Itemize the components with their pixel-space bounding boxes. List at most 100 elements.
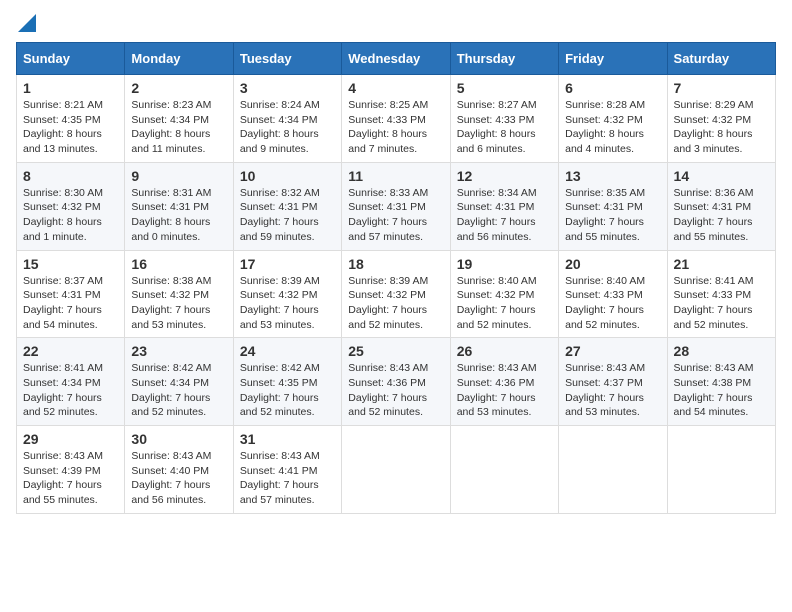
- day-number: 6: [565, 80, 660, 96]
- calendar-week-row: 29 Sunrise: 8:43 AMSunset: 4:39 PMDayligh…: [17, 426, 776, 514]
- day-number: 26: [457, 343, 552, 359]
- day-number: 17: [240, 256, 335, 272]
- calendar-cell: 30Sunrise: 8:43 AMSunset: 4:40 PMDayligh…: [125, 426, 233, 514]
- calendar-cell: 14 Sunrise: 8:36 AMSunset: 4:31 PMDayligh…: [667, 162, 775, 250]
- weekday-header: Friday: [559, 43, 667, 75]
- calendar-cell: 10Sunrise: 8:32 AMSunset: 4:31 PMDayligh…: [233, 162, 341, 250]
- day-detail: Sunrise: 8:28 AMSunset: 4:32 PMDaylight:…: [565, 98, 660, 157]
- calendar-cell: 24Sunrise: 8:42 AMSunset: 4:35 PMDayligh…: [233, 338, 341, 426]
- weekday-header: Sunday: [17, 43, 125, 75]
- page-header: [16, 16, 776, 32]
- day-detail: Sunrise: 8:25 AMSunset: 4:33 PMDaylight:…: [348, 98, 443, 157]
- day-detail: Sunrise: 8:27 AMSunset: 4:33 PMDaylight:…: [457, 98, 552, 157]
- weekday-header: Tuesday: [233, 43, 341, 75]
- day-detail: Sunrise: 8:37 AMSunset: 4:31 PMDaylight:…: [23, 274, 118, 333]
- day-number: 29: [23, 431, 118, 447]
- calendar-cell: 18 Sunrise: 8:39 AMSunset: 4:32 PMDayligh…: [342, 250, 450, 338]
- calendar-cell: 16 Sunrise: 8:38 AMSunset: 4:32 PMDayligh…: [125, 250, 233, 338]
- calendar-cell: 7 Sunrise: 8:29 AMSunset: 4:32 PMDaylight…: [667, 75, 775, 163]
- day-number: 21: [674, 256, 769, 272]
- calendar-cell: 3 Sunrise: 8:24 AMSunset: 4:34 PMDaylight…: [233, 75, 341, 163]
- day-detail: Sunrise: 8:35 AMSunset: 4:31 PMDaylight:…: [565, 186, 660, 245]
- calendar-week-row: 22 Sunrise: 8:41 AMSunset: 4:34 PMDayligh…: [17, 338, 776, 426]
- day-number: 12: [457, 168, 552, 184]
- day-detail: Sunrise: 8:43 AMSunset: 4:36 PMDaylight:…: [457, 361, 552, 420]
- day-detail: Sunrise: 8:29 AMSunset: 4:32 PMDaylight:…: [674, 98, 769, 157]
- calendar-cell: 31 Sunrise: 8:43 AMSunset: 4:41 PMDayligh…: [233, 426, 341, 514]
- day-detail: Sunrise: 8:39 AMSunset: 4:32 PMDaylight:…: [348, 274, 443, 333]
- day-number: 4: [348, 80, 443, 96]
- day-detail: Sunrise: 8:41 AMSunset: 4:33 PMDaylight:…: [674, 274, 769, 333]
- day-detail: Sunrise: 8:40 AMSunset: 4:33 PMDaylight:…: [565, 274, 660, 333]
- weekday-header: Thursday: [450, 43, 558, 75]
- day-number: 23: [131, 343, 226, 359]
- day-number: 25: [348, 343, 443, 359]
- day-detail: Sunrise: 8:38 AMSunset: 4:32 PMDaylight:…: [131, 274, 226, 333]
- calendar-cell: 1Sunrise: 8:21 AMSunset: 4:35 PMDaylight…: [17, 75, 125, 163]
- day-number: 7: [674, 80, 769, 96]
- calendar-cell: 17Sunrise: 8:39 AMSunset: 4:32 PMDayligh…: [233, 250, 341, 338]
- day-number: 18: [348, 256, 443, 272]
- calendar-cell: 11Sunrise: 8:33 AMSunset: 4:31 PMDayligh…: [342, 162, 450, 250]
- day-detail: Sunrise: 8:43 AMSunset: 4:41 PMDaylight:…: [240, 449, 335, 508]
- logo: [16, 16, 36, 32]
- day-detail: Sunrise: 8:43 AMSunset: 4:36 PMDaylight:…: [348, 361, 443, 420]
- calendar-cell: [667, 426, 775, 514]
- day-detail: Sunrise: 8:33 AMSunset: 4:31 PMDaylight:…: [348, 186, 443, 245]
- calendar-cell: 20 Sunrise: 8:40 AMSunset: 4:33 PMDayligh…: [559, 250, 667, 338]
- day-detail: Sunrise: 8:36 AMSunset: 4:31 PMDaylight:…: [674, 186, 769, 245]
- day-detail: Sunrise: 8:41 AMSunset: 4:34 PMDaylight:…: [23, 361, 118, 420]
- day-detail: Sunrise: 8:21 AMSunset: 4:35 PMDaylight:…: [23, 98, 118, 157]
- day-detail: Sunrise: 8:42 AMSunset: 4:34 PMDaylight:…: [131, 361, 226, 420]
- day-number: 19: [457, 256, 552, 272]
- day-number: 27: [565, 343, 660, 359]
- weekday-header: Wednesday: [342, 43, 450, 75]
- calendar-header-row: SundayMondayTuesdayWednesdayThursdayFrid…: [17, 43, 776, 75]
- calendar-week-row: 15 Sunrise: 8:37 AMSunset: 4:31 PMDayligh…: [17, 250, 776, 338]
- day-number: 31: [240, 431, 335, 447]
- day-number: 16: [131, 256, 226, 272]
- day-number: 10: [240, 168, 335, 184]
- calendar-cell: [342, 426, 450, 514]
- day-number: 9: [131, 168, 226, 184]
- day-detail: Sunrise: 8:43 AMSunset: 4:40 PMDaylight:…: [131, 449, 226, 508]
- calendar-week-row: 1Sunrise: 8:21 AMSunset: 4:35 PMDaylight…: [17, 75, 776, 163]
- calendar-cell: 28Sunrise: 8:43 AMSunset: 4:38 PMDayligh…: [667, 338, 775, 426]
- day-detail: Sunrise: 8:43 AMSunset: 4:39 PMDaylight:…: [23, 449, 118, 508]
- day-detail: Sunrise: 8:40 AMSunset: 4:32 PMDaylight:…: [457, 274, 552, 333]
- day-detail: Sunrise: 8:43 AMSunset: 4:37 PMDaylight:…: [565, 361, 660, 420]
- day-number: 22: [23, 343, 118, 359]
- calendar-week-row: 8Sunrise: 8:30 AMSunset: 4:32 PMDaylight…: [17, 162, 776, 250]
- day-detail: Sunrise: 8:43 AMSunset: 4:38 PMDaylight:…: [674, 361, 769, 420]
- day-number: 5: [457, 80, 552, 96]
- calendar-cell: 21 Sunrise: 8:41 AMSunset: 4:33 PMDayligh…: [667, 250, 775, 338]
- weekday-header: Monday: [125, 43, 233, 75]
- calendar-cell: 25 Sunrise: 8:43 AMSunset: 4:36 PMDayligh…: [342, 338, 450, 426]
- day-number: 13: [565, 168, 660, 184]
- logo-triangle-icon: [18, 14, 36, 32]
- calendar-cell: 9 Sunrise: 8:31 AMSunset: 4:31 PMDaylight…: [125, 162, 233, 250]
- day-detail: Sunrise: 8:23 AMSunset: 4:34 PMDaylight:…: [131, 98, 226, 157]
- day-detail: Sunrise: 8:34 AMSunset: 4:31 PMDaylight:…: [457, 186, 552, 245]
- calendar-cell: [559, 426, 667, 514]
- calendar-cell: 5 Sunrise: 8:27 AMSunset: 4:33 PMDaylight…: [450, 75, 558, 163]
- day-number: 8: [23, 168, 118, 184]
- calendar-cell: 27 Sunrise: 8:43 AMSunset: 4:37 PMDayligh…: [559, 338, 667, 426]
- day-detail: Sunrise: 8:24 AMSunset: 4:34 PMDaylight:…: [240, 98, 335, 157]
- calendar-cell: 6 Sunrise: 8:28 AMSunset: 4:32 PMDaylight…: [559, 75, 667, 163]
- day-number: 3: [240, 80, 335, 96]
- day-number: 2: [131, 80, 226, 96]
- calendar-cell: 13 Sunrise: 8:35 AMSunset: 4:31 PMDayligh…: [559, 162, 667, 250]
- day-detail: Sunrise: 8:31 AMSunset: 4:31 PMDaylight:…: [131, 186, 226, 245]
- day-number: 20: [565, 256, 660, 272]
- day-detail: Sunrise: 8:42 AMSunset: 4:35 PMDaylight:…: [240, 361, 335, 420]
- weekday-header: Saturday: [667, 43, 775, 75]
- calendar-cell: 12 Sunrise: 8:34 AMSunset: 4:31 PMDayligh…: [450, 162, 558, 250]
- calendar-table: SundayMondayTuesdayWednesdayThursdayFrid…: [16, 42, 776, 514]
- day-number: 14: [674, 168, 769, 184]
- calendar-cell: [450, 426, 558, 514]
- calendar-cell: 19 Sunrise: 8:40 AMSunset: 4:32 PMDayligh…: [450, 250, 558, 338]
- calendar-cell: 23 Sunrise: 8:42 AMSunset: 4:34 PMDayligh…: [125, 338, 233, 426]
- day-number: 15: [23, 256, 118, 272]
- calendar-cell: 26 Sunrise: 8:43 AMSunset: 4:36 PMDayligh…: [450, 338, 558, 426]
